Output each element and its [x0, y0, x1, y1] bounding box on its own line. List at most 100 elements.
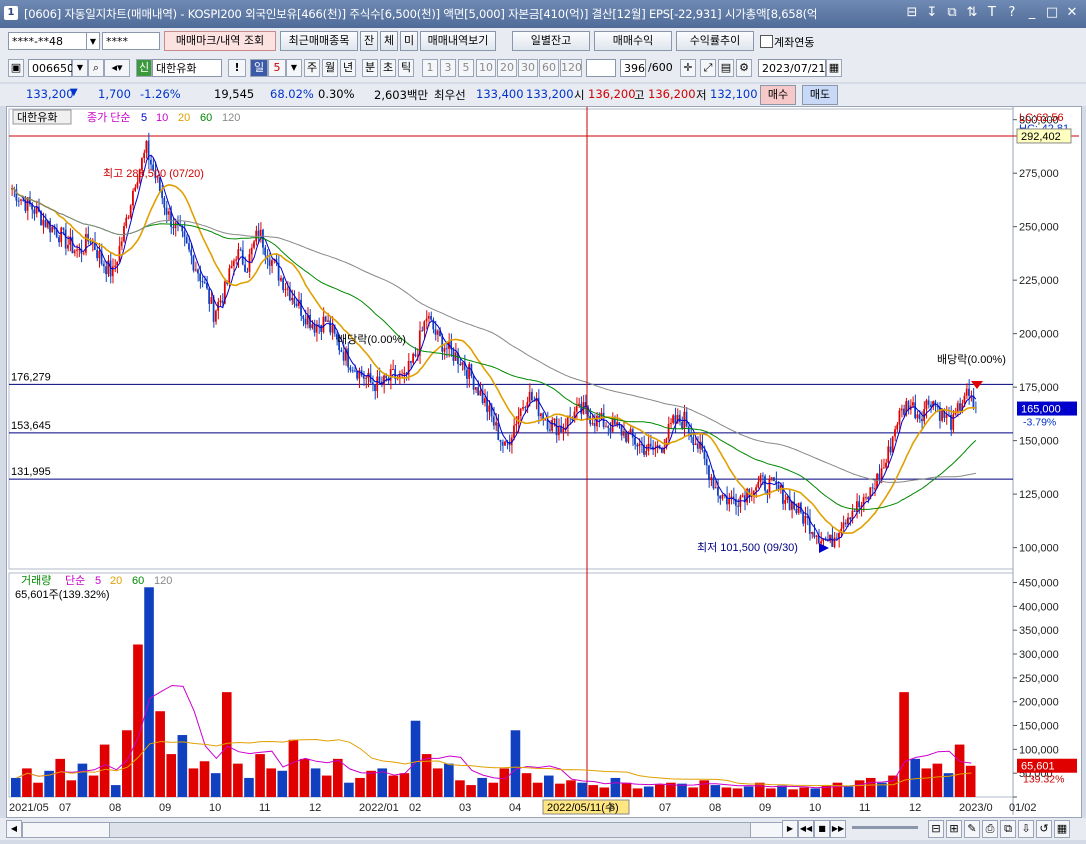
copy-icon[interactable]: ⧉: [1000, 820, 1016, 838]
filled-button[interactable]: 체: [380, 31, 398, 51]
scroll-right-icon[interactable]: ▶: [782, 820, 798, 838]
crosshair-icon[interactable]: ✛: [680, 59, 696, 77]
reset-icon[interactable]: ↺: [1036, 820, 1052, 838]
export-icon[interactable]: ⇩: [1018, 820, 1034, 838]
window-control-0-icon[interactable]: ⊟: [904, 4, 920, 22]
window-control-5-icon[interactable]: ?: [1004, 4, 1020, 22]
zoom-out-icon[interactable]: ⊟: [928, 820, 944, 838]
interval-20[interactable]: 20: [497, 59, 517, 77]
draw-tool-icon[interactable]: ⤢: [700, 59, 716, 77]
candle-body: [894, 429, 896, 437]
rewind-icon[interactable]: ◀◀: [798, 820, 814, 838]
volume-tick-label: 100,000: [1019, 744, 1059, 756]
period-month-button[interactable]: 월: [322, 59, 338, 77]
dividend-marker-icon: [971, 381, 983, 389]
unfilled-button[interactable]: 미: [400, 31, 418, 51]
volume-bar: [655, 784, 665, 797]
window-control-1-icon[interactable]: ↧: [924, 4, 940, 22]
period-day-button[interactable]: 일: [250, 59, 268, 77]
price-tick-label: 275,000: [1019, 168, 1059, 180]
candle-body: [461, 362, 464, 366]
recent-trades-button[interactable]: 최근매매종목: [280, 31, 358, 51]
interval-10[interactable]: 10: [476, 59, 496, 77]
interval-120[interactable]: 120: [560, 59, 582, 77]
volume-bar: [477, 777, 487, 797]
window-control-7-icon[interactable]: □: [1044, 4, 1060, 22]
password-field[interactable]: ****: [102, 32, 160, 50]
search-icon[interactable]: ⌕: [88, 59, 104, 77]
alert-icon[interactable]: !: [228, 59, 246, 77]
account-link-checkbox[interactable]: [760, 35, 773, 48]
save-icon[interactable]: ▤: [718, 59, 734, 77]
chart-type-icon[interactable]: ▣: [8, 59, 24, 77]
interval-3[interactable]: 3: [440, 59, 456, 77]
best-bid: 133,200: [526, 87, 574, 101]
candle-body: [62, 227, 65, 230]
candle-body: [378, 376, 381, 382]
x-axis-label: 12: [909, 802, 921, 814]
volume-bar: [266, 768, 276, 797]
chart-tool-icon[interactable]: ✎: [964, 820, 980, 838]
price-legend-title: 종가 단순: [87, 111, 131, 124]
zoom-in-icon[interactable]: ⊞: [946, 820, 962, 838]
fast-forward-icon[interactable]: ▶▶: [830, 820, 846, 838]
speaker-icon[interactable]: ◂▾: [104, 59, 130, 77]
zoom-slider[interactable]: [852, 826, 918, 829]
stock-code-input[interactable]: 006650: [28, 59, 74, 77]
candle-body: [667, 423, 670, 439]
interval-5[interactable]: 5: [458, 59, 474, 77]
code-dropdown-icon[interactable]: ▼: [72, 59, 88, 77]
interval-30[interactable]: 30: [518, 59, 538, 77]
period-count-input[interactable]: 5: [268, 59, 286, 77]
candle-body: [889, 446, 892, 453]
print-icon[interactable]: ⎙: [982, 820, 998, 838]
window-control-6-icon[interactable]: _: [1024, 4, 1040, 22]
trade-mark-query-button[interactable]: 매매마크/내역 조회: [164, 31, 276, 51]
x-axis-label: 07: [659, 802, 671, 814]
period-dropdown-icon[interactable]: ▼: [286, 59, 302, 77]
layout-icon[interactable]: ▦: [1054, 820, 1070, 838]
candle-body: [712, 477, 715, 489]
window-control-3-icon[interactable]: ⇅: [964, 4, 980, 22]
account-input[interactable]: ****-**48: [8, 32, 88, 50]
trade-history-button[interactable]: 매매내역보기: [420, 31, 496, 51]
credit-badge: 신: [136, 59, 152, 77]
candle-body: [203, 282, 206, 284]
period-year-button[interactable]: 년: [340, 59, 356, 77]
daily-balance-button[interactable]: 일별잔고: [512, 31, 590, 51]
sell-button[interactable]: 매도: [802, 85, 838, 105]
date-input[interactable]: 2023/07/21: [758, 59, 826, 77]
stop-icon[interactable]: ■: [814, 820, 830, 838]
scroll-track[interactable]: [22, 822, 784, 838]
interval-60[interactable]: 60: [539, 59, 559, 77]
candle-body: [161, 191, 163, 198]
scroll-thumb[interactable]: [109, 823, 751, 837]
period-week-button[interactable]: 주: [304, 59, 320, 77]
scroll-left-icon[interactable]: ◀: [6, 820, 22, 838]
account-dropdown-icon[interactable]: ▼: [86, 32, 100, 50]
candle-body: [513, 425, 515, 438]
interval-custom-input[interactable]: [586, 59, 616, 77]
period-second-button[interactable]: 초: [380, 59, 396, 77]
period-tick-button[interactable]: 틱: [398, 59, 414, 77]
candle-body: [73, 250, 76, 254]
chart-area[interactable]: 100,000 125,000 150,000 175,000 200,000 225,0…: [6, 106, 1082, 818]
stock-name-field[interactable]: 대한유화: [152, 59, 222, 77]
settings-gear-icon[interactable]: ⚙: [736, 59, 752, 77]
candle-body: [434, 329, 437, 335]
interval-1[interactable]: 1: [422, 59, 438, 77]
candle-body: [871, 487, 874, 489]
trade-profit-button[interactable]: 매매수익: [594, 31, 672, 51]
calendar-icon[interactable]: ▦: [826, 59, 842, 77]
chart-canvas[interactable]: 100,000 125,000 150,000 175,000 200,000 225,0…: [7, 107, 1079, 815]
balance-button[interactable]: 잔: [360, 31, 378, 51]
return-trend-button[interactable]: 수익률추이: [676, 31, 754, 51]
bar-count-input[interactable]: 396: [620, 59, 646, 77]
window-control-2-icon[interactable]: ⧉: [944, 4, 960, 22]
window-control-8-icon[interactable]: ✕: [1064, 4, 1080, 22]
period-minute-button[interactable]: 분: [362, 59, 378, 77]
window-control-4-icon[interactable]: T: [984, 4, 1000, 22]
buy-button[interactable]: 매수: [760, 85, 796, 105]
candle-body: [864, 497, 867, 499]
volume-bar: [410, 720, 421, 797]
